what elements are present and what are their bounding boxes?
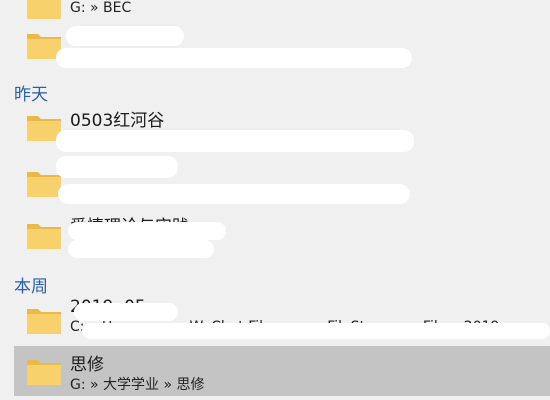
redacted-title-overlay bbox=[68, 222, 226, 240]
recent-folder-item-selected[interactable]: 思修 G: » 大学学业 » 思修 bbox=[14, 346, 550, 396]
redacted-path bbox=[68, 240, 214, 258]
redacted-path bbox=[58, 184, 410, 204]
folder-path: G: » BEC bbox=[70, 0, 132, 16]
folder-title: 思修 bbox=[70, 355, 104, 375]
recent-folder-item[interactable] bbox=[14, 22, 550, 70]
recent-folder-item[interactable]: G: » BEC bbox=[14, 0, 550, 20]
redacted-title bbox=[56, 156, 178, 178]
group-header-this-week: 本周 bbox=[14, 277, 48, 297]
redacted-path bbox=[56, 48, 412, 68]
recent-folder-item[interactable]: 爱情理论与实践 bbox=[14, 210, 550, 262]
recent-folder-item[interactable] bbox=[14, 156, 550, 206]
folder-icon bbox=[26, 220, 62, 250]
redacted-path-overlay bbox=[82, 323, 550, 339]
folder-icon bbox=[26, 0, 62, 20]
redacted-path bbox=[56, 130, 414, 152]
recent-folder-item[interactable]: 0503红河谷 bbox=[14, 104, 550, 156]
folder-icon bbox=[26, 305, 62, 335]
group-header-yesterday: 昨天 bbox=[14, 85, 48, 105]
folder-title: 0503红河谷 bbox=[70, 111, 165, 131]
folder-icon bbox=[26, 356, 62, 386]
folder-path: G: » 大学学业 » 思修 bbox=[70, 377, 205, 393]
redacted-title-overlay bbox=[74, 303, 178, 321]
redacted-title bbox=[66, 26, 184, 46]
recent-folder-item[interactable]: 2019. 05 C: » Users » ... » WeChat Files… bbox=[14, 295, 550, 343]
